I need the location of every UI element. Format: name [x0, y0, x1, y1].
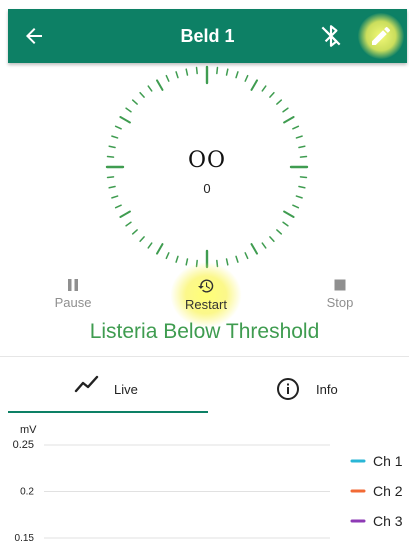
gauge-tick — [125, 107, 132, 113]
gauge-tick — [261, 85, 267, 92]
app-screen: Beld 1 OO 0 Pause Restart Stop Listeria … — [0, 0, 409, 541]
gauge-tick — [147, 242, 153, 249]
legend-label: Ch 2 — [373, 483, 403, 499]
gauge-tick — [131, 229, 138, 235]
gauge-tick — [283, 210, 295, 218]
trend-line-icon — [74, 375, 99, 393]
gauge-tick — [119, 116, 131, 124]
gauge-tick — [111, 195, 119, 199]
gauge-tick — [156, 243, 164, 255]
gauge-tick — [269, 236, 275, 243]
gauge-tick — [282, 107, 289, 113]
gauge-tick — [165, 252, 170, 260]
gauge-tick — [119, 210, 131, 218]
app-bar: Beld 1 — [8, 9, 407, 63]
gauge-tick — [114, 204, 122, 209]
legend-label: Ch 1 — [373, 453, 403, 469]
pause-button[interactable]: Pause — [33, 276, 113, 320]
gauge-tick — [244, 74, 249, 82]
gauge-tick — [276, 99, 283, 105]
info-icon — [277, 378, 299, 400]
tab-live-label: Live — [114, 382, 138, 397]
legend-label: Ch 3 — [373, 513, 403, 529]
gauge-tick — [292, 125, 300, 130]
tab-selected-indicator — [8, 411, 208, 413]
restart-history-icon — [198, 279, 214, 293]
gauge-tick — [114, 125, 122, 130]
gauge-tick — [156, 79, 164, 91]
gauge-tick — [147, 85, 153, 92]
y-tick-label: 0.2 — [20, 487, 34, 498]
stop-label: Stop — [326, 295, 354, 310]
gauge-tick — [225, 68, 229, 76]
gauge-tick — [295, 135, 303, 139]
gauge-tick — [216, 66, 219, 75]
gauge-tick — [131, 99, 138, 105]
edit-button[interactable] — [358, 13, 404, 59]
gauge-tick — [261, 242, 267, 249]
gauge-tick — [235, 255, 239, 263]
gauge-tick — [139, 236, 145, 243]
y-tick-label: 0.15 — [15, 533, 35, 541]
bluetooth-disabled-icon[interactable] — [318, 23, 344, 49]
gauge-tick — [139, 91, 145, 98]
gauge-tick — [165, 74, 170, 82]
gauge-tick — [125, 221, 132, 227]
gauge-tick — [195, 66, 198, 75]
gauge-tick — [282, 221, 289, 227]
live-chart: mV 0.25 0.2 0.15 Ch 1 Ch 2 Ch 3 — [13, 424, 403, 541]
gauge-tick — [235, 71, 239, 79]
gauge-tick — [175, 71, 179, 79]
gauge-tick — [295, 195, 303, 199]
y-tick-label: 0.25 — [13, 439, 34, 451]
gauge-tick — [185, 68, 189, 76]
gauge-tick — [185, 258, 189, 266]
section-divider — [0, 356, 409, 357]
gauge-tick — [225, 258, 229, 266]
restart-button[interactable]: Restart — [166, 276, 246, 320]
gauge-tick — [106, 176, 115, 179]
gauge-tick — [111, 135, 119, 139]
gauge-tick — [292, 204, 300, 209]
gauge-tick — [175, 255, 179, 263]
gauge-tick — [250, 79, 258, 91]
restart-label: Restart — [185, 297, 227, 312]
pencil-icon — [372, 26, 390, 45]
gauge-tick — [276, 229, 283, 235]
gauge-tick — [244, 252, 249, 260]
pause-label: Pause — [54, 295, 92, 310]
page-title: Beld 1 — [180, 26, 235, 46]
y-axis-unit-label: mV — [20, 424, 37, 436]
pause-icon — [68, 279, 78, 291]
gauge-tick — [269, 91, 275, 98]
tab-info-label: Info — [316, 382, 338, 397]
gauge-tick — [250, 243, 258, 255]
stop-button[interactable]: Stop — [300, 276, 380, 320]
gauge-tick — [283, 116, 295, 124]
status-message: Listeria Below Threshold — [89, 320, 320, 343]
gauge-tick — [299, 176, 308, 179]
gauge-value: OO — [187, 148, 227, 173]
stop-icon — [334, 279, 346, 291]
gauge-reading: 0 — [203, 181, 211, 196]
